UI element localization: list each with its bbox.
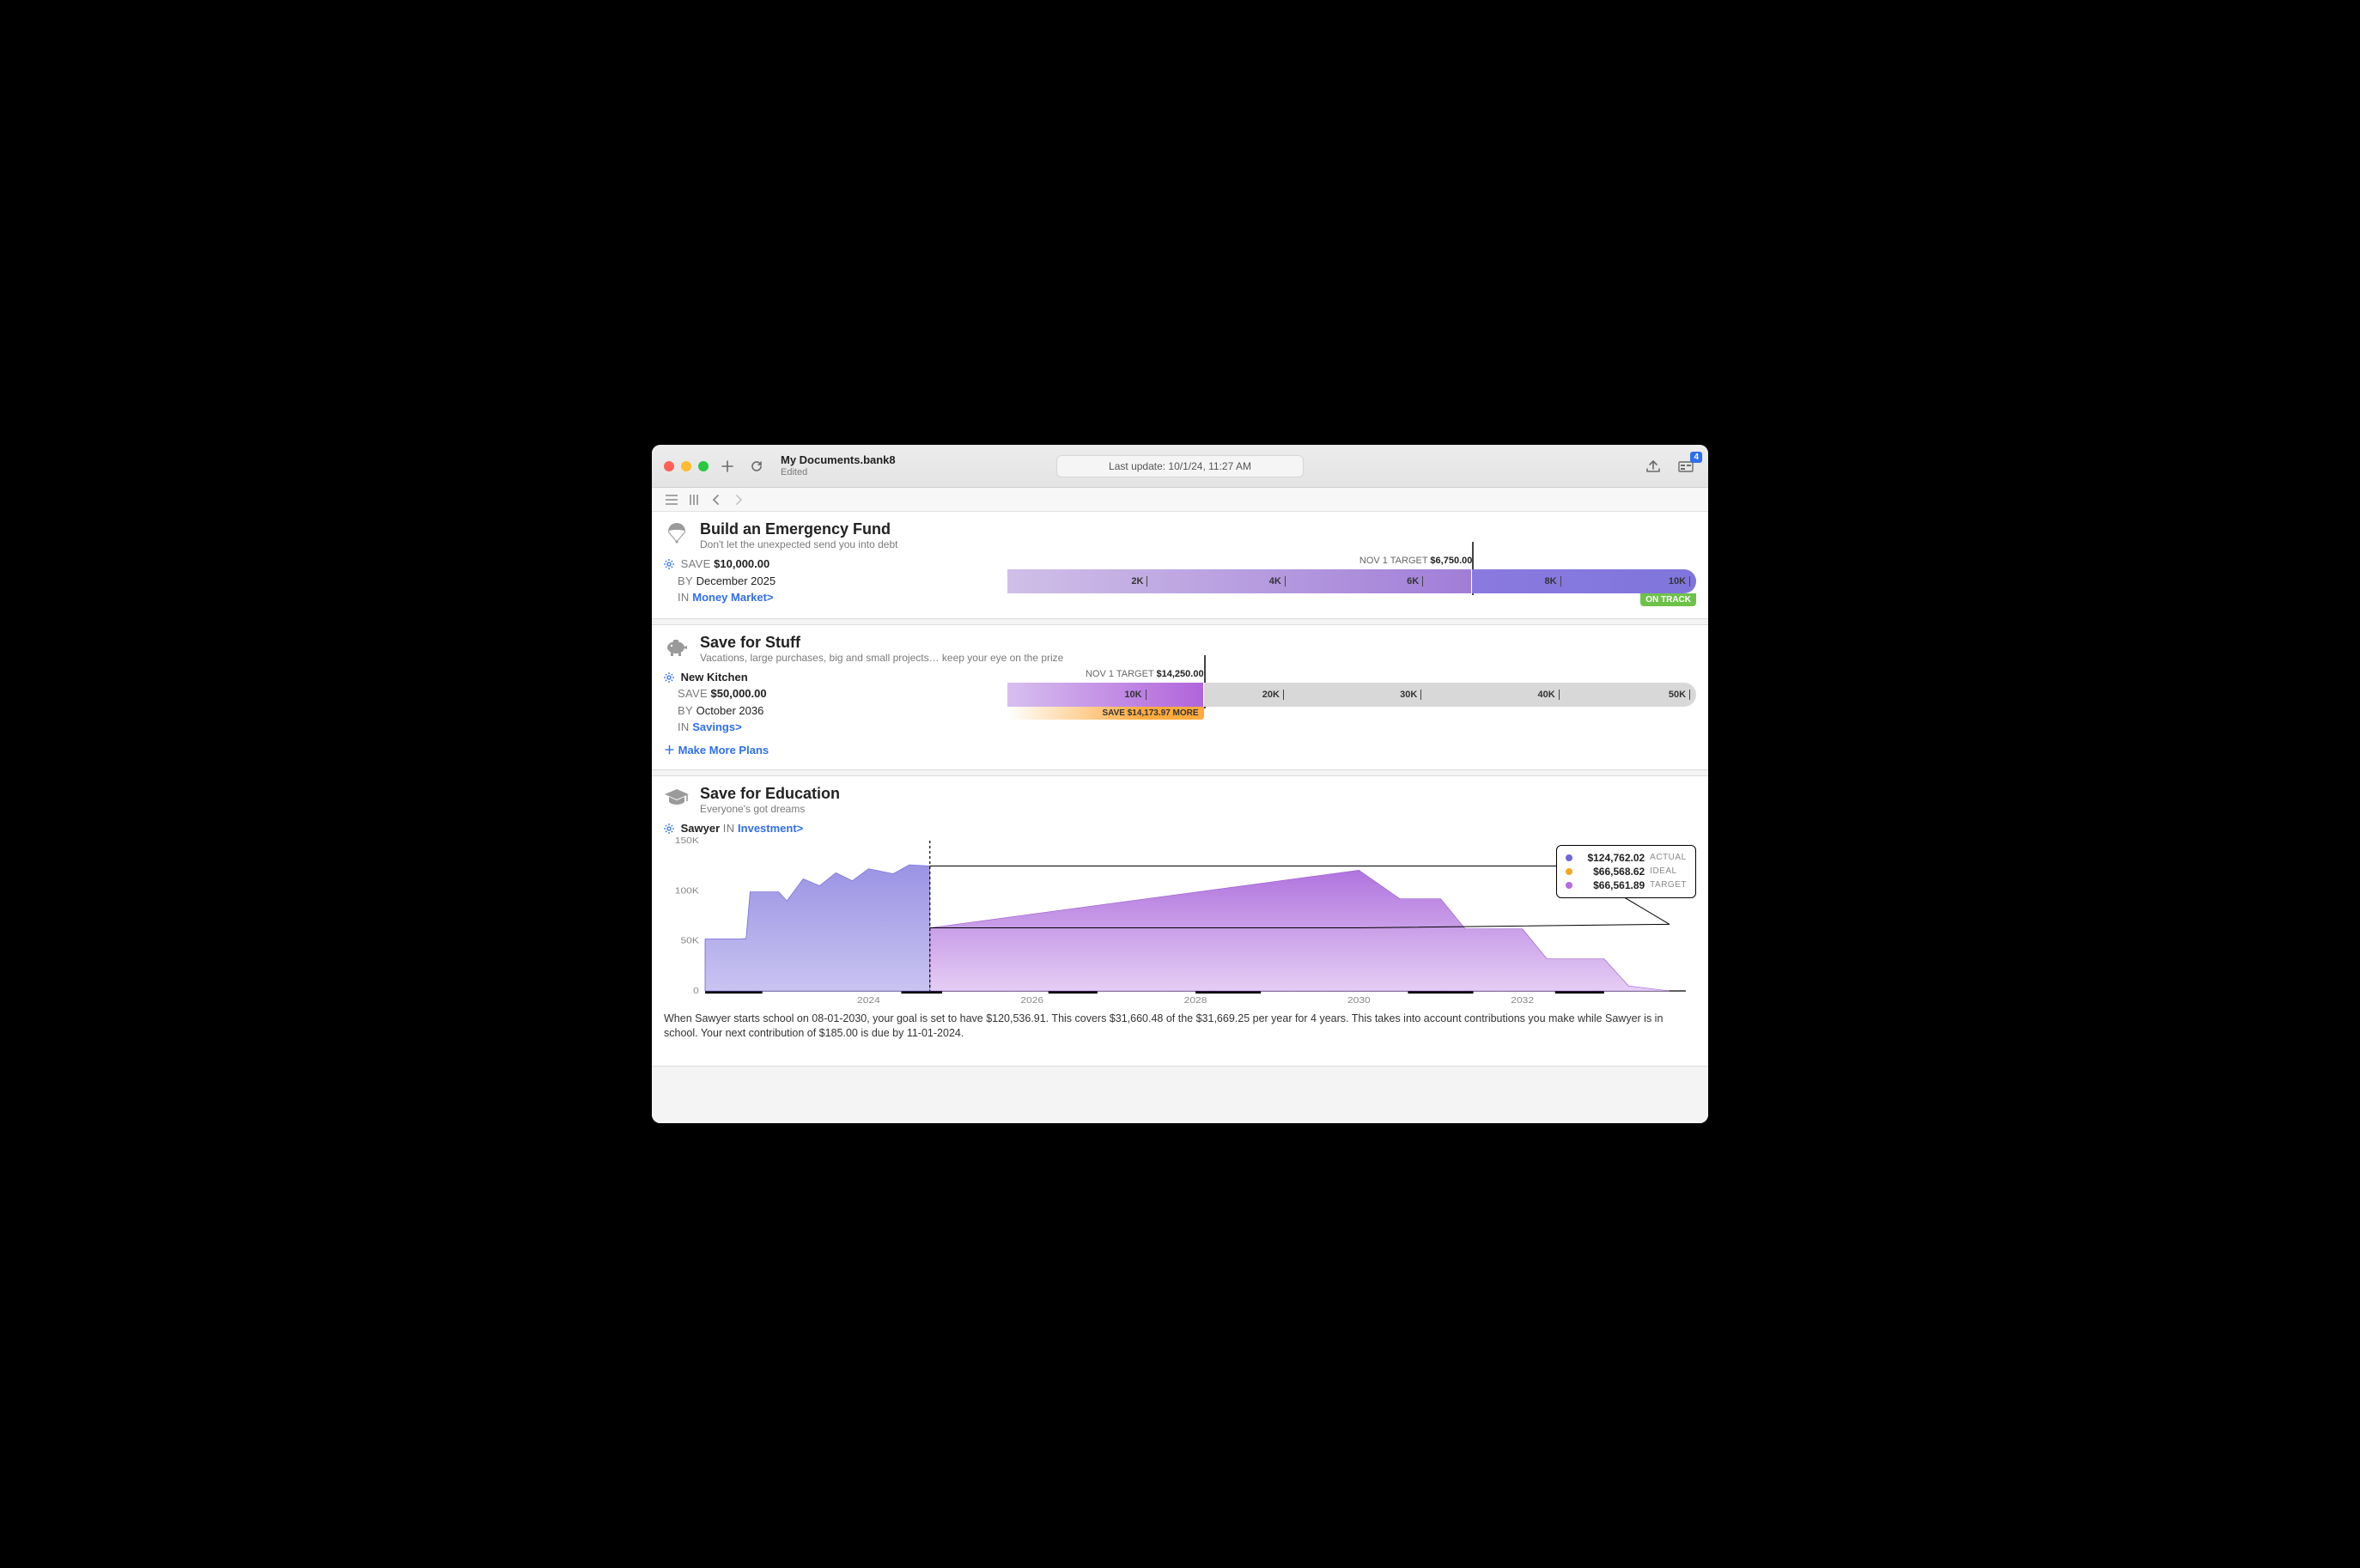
upload-button[interactable] bbox=[1643, 456, 1664, 477]
nav-back-button[interactable] bbox=[709, 495, 724, 505]
student-name: Sawyer bbox=[681, 822, 721, 835]
gear-icon[interactable] bbox=[664, 559, 674, 569]
legend-amount-actual: $124,762.02 bbox=[1578, 852, 1645, 864]
save-amount: $50,000.00 bbox=[711, 687, 767, 700]
in-label: IN bbox=[678, 591, 690, 604]
by-label: BY bbox=[678, 574, 693, 587]
save-label: SAVE bbox=[678, 687, 708, 700]
accounts-badge: 4 bbox=[1690, 452, 1702, 463]
svg-text:100K: 100K bbox=[675, 886, 700, 896]
chart-description: When Sawyer starts school on 08-01-2030,… bbox=[652, 1008, 1708, 1054]
legend-amount-ideal: $66,568.62 bbox=[1578, 866, 1645, 878]
document-title: My Documents.bank8 Edited bbox=[781, 454, 896, 478]
svg-text:2028: 2028 bbox=[1184, 995, 1207, 1005]
save-more-badge: SAVE $14,173.97 MORE bbox=[1007, 707, 1204, 720]
window-controls bbox=[664, 461, 709, 471]
target-amount: $6,750.00 bbox=[1430, 556, 1472, 566]
svg-text:2032: 2032 bbox=[1511, 995, 1534, 1005]
section-subtitle: Vacations, large purchases, big and smal… bbox=[700, 652, 1063, 664]
deadline: December 2025 bbox=[696, 574, 776, 587]
save-more-prefix: SAVE bbox=[1102, 708, 1127, 718]
target-date-label: NOV 1 TARGET bbox=[1359, 556, 1427, 566]
add-button[interactable] bbox=[717, 456, 738, 477]
svg-text:150K: 150K bbox=[675, 836, 700, 846]
column-view-icon[interactable] bbox=[686, 495, 702, 505]
svg-text:0: 0 bbox=[693, 986, 699, 995]
account-link[interactable]: Investment> bbox=[738, 822, 803, 835]
legend-label-actual: ACTUAL bbox=[1650, 853, 1686, 862]
education-chart: 0 50K 100K 150K 2024 2026 2028 2030 2032 bbox=[664, 836, 1696, 1008]
goal-meta: New Kitchen SAVE $50,000.00 BY October 2… bbox=[664, 669, 990, 736]
refresh-button[interactable] bbox=[746, 456, 767, 477]
legend-amount-target: $66,561.89 bbox=[1578, 879, 1645, 891]
svg-text:2026: 2026 bbox=[1020, 995, 1043, 1005]
last-update-text: Last update: 10/1/24, 11:27 AM bbox=[1109, 460, 1251, 472]
titlebar: My Documents.bank8 Edited Last update: 1… bbox=[652, 445, 1708, 488]
bar-tick: 30K bbox=[1400, 683, 1421, 707]
svg-text:2030: 2030 bbox=[1347, 995, 1371, 1005]
filename: My Documents.bank8 bbox=[781, 454, 896, 467]
section-subtitle: Don't let the unexpected send you into d… bbox=[700, 538, 897, 550]
zoom-button[interactable] bbox=[698, 461, 709, 471]
bar-tick: 4K bbox=[1269, 569, 1286, 593]
bar-tick: 6K bbox=[1407, 569, 1423, 593]
section-save-for-stuff: Save for Stuff Vacations, large purchase… bbox=[652, 624, 1708, 770]
goal-name: New Kitchen bbox=[681, 671, 748, 684]
section-emergency-fund: Build an Emergency Fund Don't let the un… bbox=[652, 512, 1708, 619]
section-title: Save for Stuff bbox=[700, 634, 1063, 652]
edited-label: Edited bbox=[781, 467, 896, 478]
bar-tick: 10K bbox=[1124, 683, 1146, 707]
progress-bar-stuff: NOV 1 TARGET $14,250.00 10K 20K 30K 40K … bbox=[1007, 669, 1696, 707]
close-button[interactable] bbox=[664, 461, 674, 471]
chart-legend: $124,762.02 ACTUAL $66,568.62 IDEAL $66,… bbox=[1556, 845, 1696, 898]
save-more-suffix: MORE bbox=[1171, 708, 1199, 718]
bar-tick: 10K bbox=[1669, 569, 1690, 593]
gear-icon[interactable] bbox=[664, 824, 674, 834]
svg-text:50K: 50K bbox=[680, 936, 699, 945]
section-title: Build an Emergency Fund bbox=[700, 520, 897, 538]
minimize-button[interactable] bbox=[681, 461, 691, 471]
svg-text:2024: 2024 bbox=[857, 995, 880, 1005]
save-label: SAVE bbox=[681, 557, 711, 570]
legend-dot-actual bbox=[1566, 854, 1572, 861]
chart-meta: Sawyer IN Investment> bbox=[664, 818, 1696, 836]
mortarboard-icon bbox=[664, 785, 690, 811]
navbar bbox=[652, 488, 1708, 512]
make-more-plans-link[interactable]: ＋ Make More Plans bbox=[652, 736, 781, 757]
save-amount: $10,000.00 bbox=[714, 557, 769, 570]
legend-label-ideal: IDEAL bbox=[1650, 866, 1676, 876]
section-save-for-education: Save for Education Everyone's got dreams… bbox=[652, 775, 1708, 1067]
progress-bar-emergency: NOV 1 TARGET $6,750.00 2K 4K 6K 8K 10K O… bbox=[1007, 556, 1696, 593]
section-subtitle: Everyone's got dreams bbox=[700, 803, 840, 815]
bar-tick: 50K bbox=[1669, 683, 1690, 707]
save-more-amount: $14,173.97 bbox=[1128, 708, 1171, 718]
target-date-label: NOV 1 TARGET bbox=[1086, 669, 1153, 679]
on-track-badge: ON TRACK bbox=[1640, 593, 1696, 606]
in-label: IN bbox=[678, 720, 690, 733]
accounts-button[interactable]: 4 bbox=[1676, 456, 1696, 477]
app-window: My Documents.bank8 Edited Last update: 1… bbox=[652, 445, 1708, 1123]
deadline: October 2036 bbox=[696, 704, 764, 717]
by-label: BY bbox=[678, 704, 693, 717]
nav-forward-button[interactable] bbox=[731, 495, 746, 505]
piggy-bank-icon bbox=[664, 634, 690, 659]
bar-tick: 20K bbox=[1262, 683, 1284, 707]
in-label: IN bbox=[723, 822, 735, 835]
legend-dot-target bbox=[1566, 882, 1572, 889]
content-scroll[interactable]: Build an Emergency Fund Don't let the un… bbox=[652, 512, 1708, 1123]
bar-tick: 40K bbox=[1538, 683, 1560, 707]
legend-label-target: TARGET bbox=[1650, 880, 1687, 890]
parachute-icon bbox=[664, 520, 690, 546]
goal-meta: SAVE $10,000.00 BY December 2025 IN Mone… bbox=[664, 556, 990, 606]
bar-tick: 8K bbox=[1545, 569, 1561, 593]
account-link[interactable]: Savings> bbox=[692, 720, 741, 733]
last-update-pill[interactable]: Last update: 10/1/24, 11:27 AM bbox=[1056, 455, 1304, 477]
section-title: Save for Education bbox=[700, 785, 840, 803]
bar-tick: 2K bbox=[1131, 569, 1147, 593]
account-link[interactable]: Money Market> bbox=[692, 591, 773, 604]
gear-icon[interactable] bbox=[664, 672, 674, 683]
legend-dot-ideal bbox=[1566, 868, 1572, 875]
list-view-icon[interactable] bbox=[664, 495, 679, 505]
target-amount: $14,250.00 bbox=[1157, 669, 1204, 679]
